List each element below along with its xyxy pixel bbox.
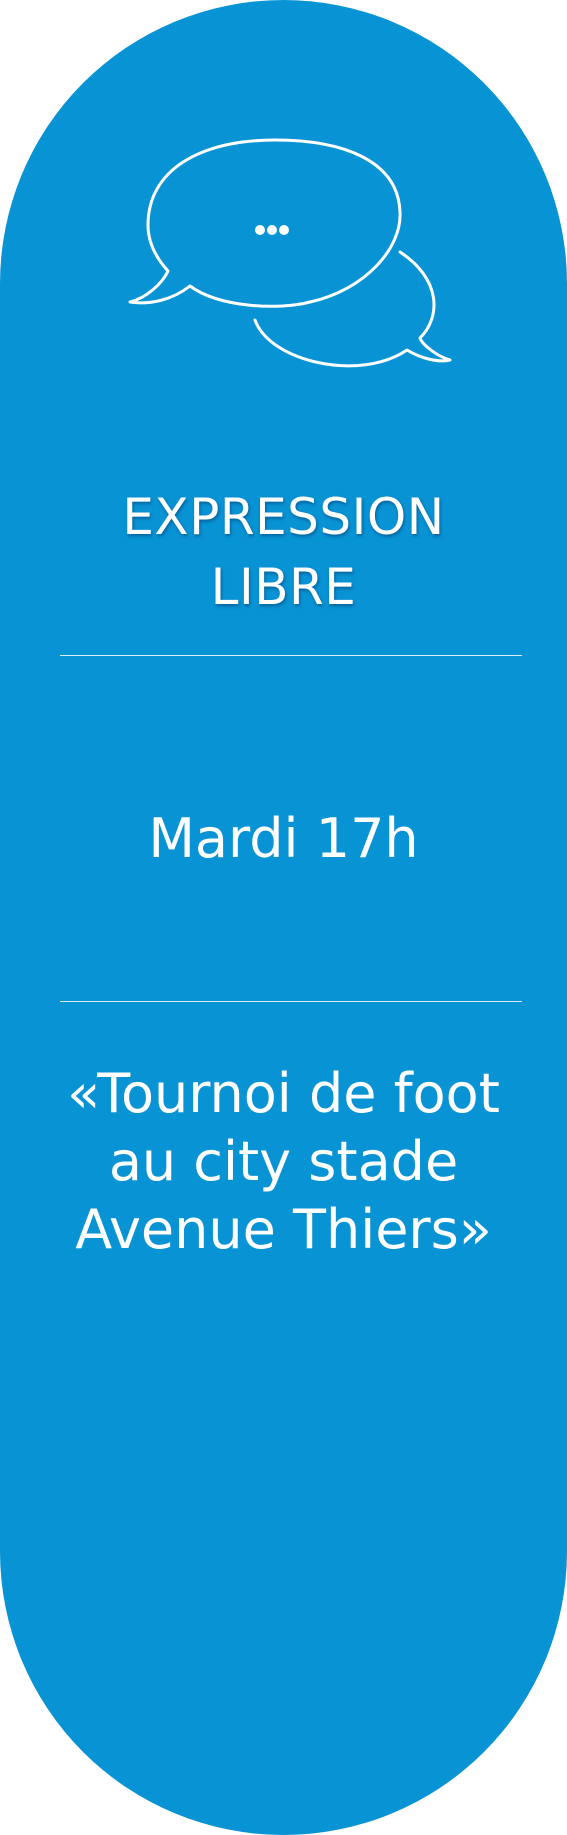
card-title-line-2: LIBRE: [210, 558, 357, 616]
event-description: «Tournoi de foot au city stade Avenue Th…: [0, 1060, 567, 1264]
card-title: EXPRESSION LIBRE: [0, 482, 567, 622]
card-title-line-1: EXPRESSION: [122, 488, 445, 546]
divider-top: [60, 655, 522, 656]
event-line-3: Avenue Thiers»: [75, 1198, 492, 1261]
divider-bottom: [60, 1001, 522, 1002]
info-card: EXPRESSION LIBRE Mardi 17h «Tournoi de f…: [0, 0, 567, 1835]
event-time: Mardi 17h: [148, 807, 419, 870]
event-line-2: au city stade: [108, 1130, 459, 1193]
speech-bubbles-icon: [128, 138, 452, 368]
event-line-1: «Tournoi de foot: [67, 1062, 500, 1125]
